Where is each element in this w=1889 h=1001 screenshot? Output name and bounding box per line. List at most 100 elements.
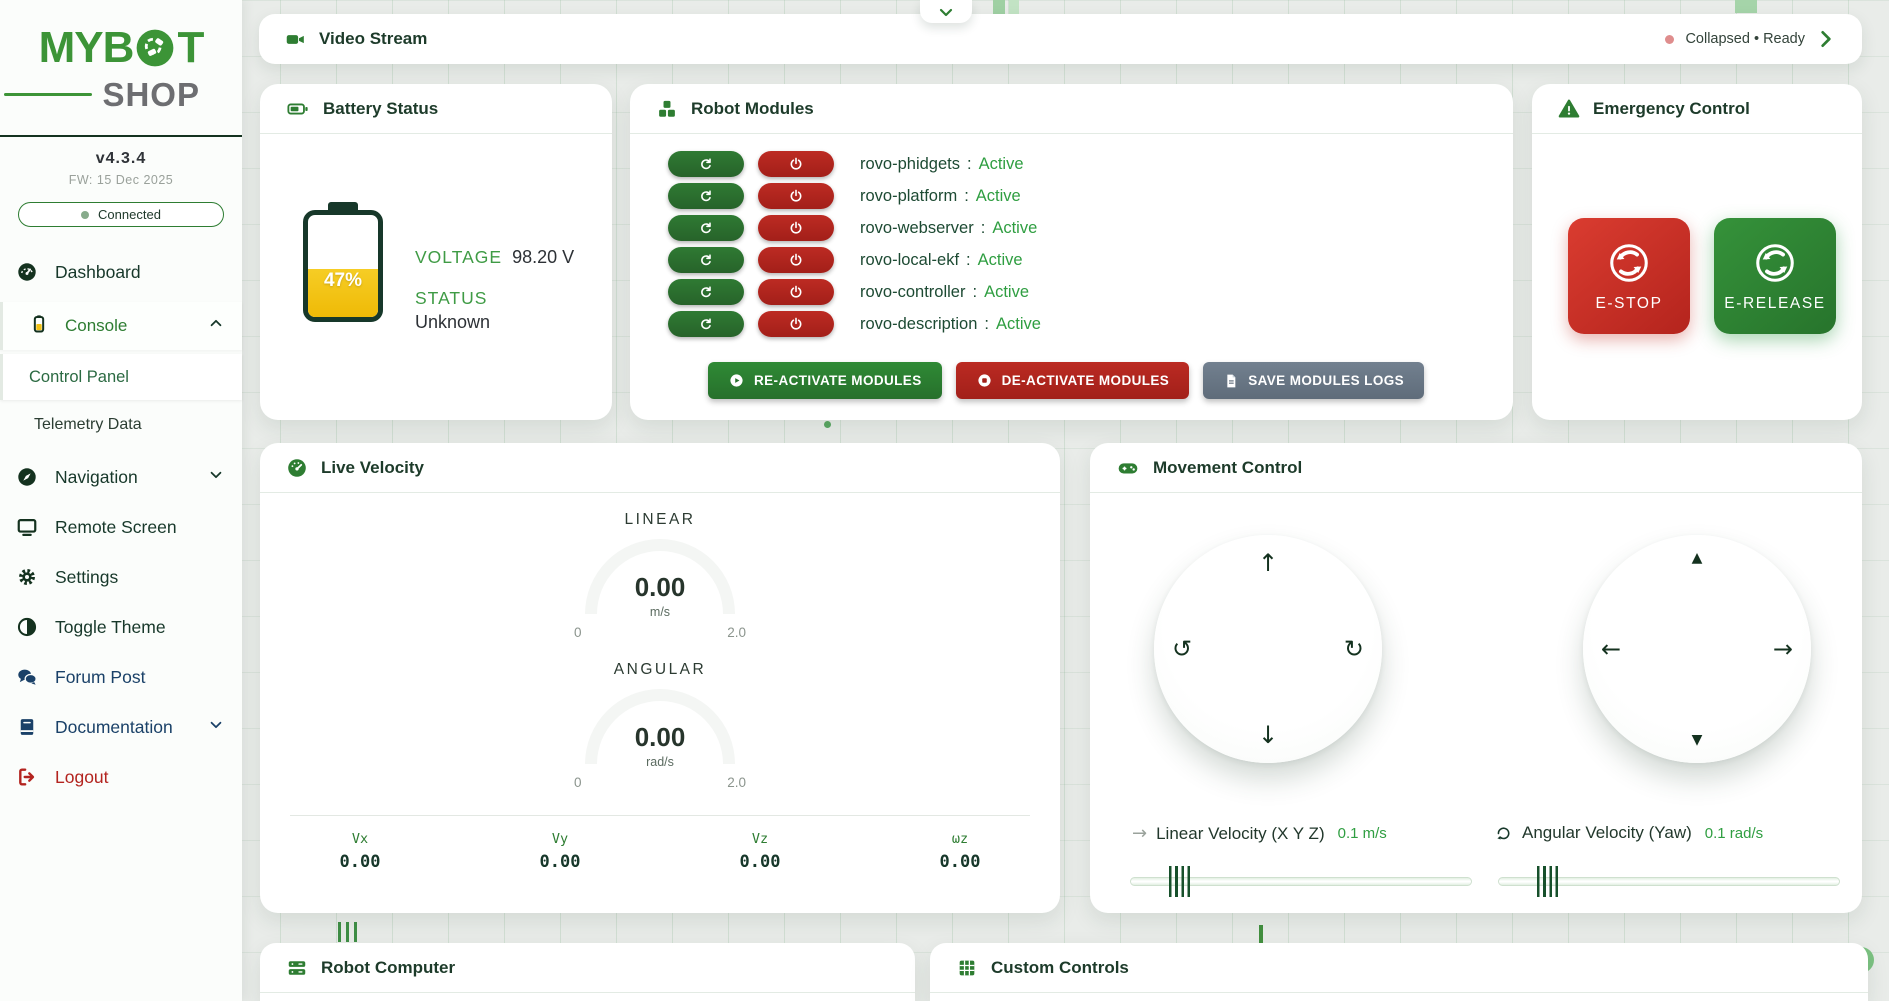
chevron-down-icon[interactable] (208, 467, 224, 488)
readout-wz: ωz 0.00 (860, 831, 1060, 872)
card-header: Robot Modules (630, 84, 1513, 134)
sidebar-item-toggle-theme[interactable]: Toggle Theme (0, 602, 242, 652)
gauge-max: 2.0 (727, 625, 746, 640)
play-circle-icon (728, 372, 745, 389)
joystick-rotate-ccw[interactable]: ↺ (1172, 637, 1192, 661)
module-name: rovo-phidgets (860, 155, 960, 173)
linear-velocity-value: 0.1 m/s (1338, 825, 1387, 842)
slider-handle[interactable] (1537, 866, 1561, 897)
robot-modules-card: Robot Modules rovo-phidgets:Active rovo-… (630, 84, 1513, 420)
card-title: Emergency Control (1593, 99, 1750, 119)
video-stream-bar[interactable]: Video Stream Collapsed • Ready (259, 14, 1862, 64)
restart-module-button[interactable] (668, 215, 744, 241)
card-header: Custom Controls (930, 943, 1868, 993)
stop-module-button[interactable] (758, 311, 834, 337)
stop-module-button[interactable] (758, 279, 834, 305)
card-title: Movement Control (1153, 458, 1302, 478)
restart-module-button[interactable] (668, 311, 744, 337)
e-release-button[interactable]: E-RELEASE (1714, 218, 1836, 334)
module-actions: RE-ACTIVATE MODULES DE-ACTIVATE MODULES … (708, 362, 1424, 399)
joystick-up-arrow[interactable]: ▲ (1692, 551, 1703, 565)
card-header: Robot Computer (260, 943, 915, 993)
sidebar-item-control-panel[interactable]: Control Panel (0, 354, 242, 400)
module-status-text: rovo-description:Active (860, 315, 1041, 334)
battery-info: VOLTAGE 98.20 V STATUS Unknown (415, 247, 574, 333)
angular-velocity-label: Angular Velocity (Yaw) (1522, 823, 1692, 843)
chevron-down-icon[interactable] (208, 717, 224, 738)
panel-collapse-tab[interactable] (920, 0, 972, 23)
sidebar-item-navigation[interactable]: Navigation (0, 452, 242, 502)
gauge-unit: m/s (570, 605, 750, 619)
stop-module-button[interactable] (758, 183, 834, 209)
map-mark (338, 922, 362, 942)
restart-module-button[interactable] (668, 247, 744, 273)
e-stop-button[interactable]: E-STOP (1568, 218, 1690, 334)
module-name: rovo-platform (860, 187, 957, 205)
sidebar-item-label: Documentation (55, 717, 173, 738)
save-modules-logs-button[interactable]: SAVE MODULES LOGS (1203, 362, 1424, 399)
sidebar-item-logout[interactable]: Logout (0, 752, 242, 802)
linear-joystick-pad[interactable]: ↑ ↺ ↻ ↓ (1154, 535, 1382, 763)
warning-triangle-icon (1558, 98, 1580, 120)
sidebar-item-console[interactable]: Console (0, 302, 242, 350)
sidebar-item-settings[interactable]: Settings (0, 552, 242, 602)
yaw-joystick-pad[interactable]: ▲ ← → ▼ (1583, 535, 1811, 763)
module-status-text: rovo-phidgets:Active (860, 155, 1024, 174)
gauge-icon (286, 457, 308, 479)
reactivate-modules-button[interactable]: RE-ACTIVATE MODULES (708, 362, 942, 399)
half-circle-theme-icon (16, 616, 38, 638)
card-header: Movement Control (1090, 443, 1862, 493)
module-row: rovo-local-ekf:Active (668, 244, 1483, 276)
emergency-buttons: E-STOP E-RELEASE (1568, 218, 1836, 334)
sidebar-item-forum-post[interactable]: Forum Post (0, 652, 242, 702)
connection-dot-icon (81, 211, 89, 219)
restart-module-button[interactable] (668, 183, 744, 209)
map-mark (1735, 0, 1757, 13)
video-camera-icon (285, 29, 306, 50)
battery-icon (286, 98, 310, 120)
joystick-right-arrow[interactable]: → (1773, 637, 1793, 661)
card-header: Emergency Control (1532, 84, 1862, 134)
linear-velocity-label: Linear Velocity (X Y Z) (1156, 824, 1325, 844)
monitor-icon (16, 516, 38, 538)
restart-module-button[interactable] (668, 279, 744, 305)
stop-module-button[interactable] (758, 151, 834, 177)
gamepad-icon (1116, 457, 1140, 479)
stop-module-button[interactable] (758, 247, 834, 273)
angular-velocity-slider[interactable] (1498, 877, 1840, 886)
module-state: Active (978, 251, 1023, 269)
angular-velocity-setting: Angular Velocity (Yaw) 0.1 rad/s (1494, 823, 1763, 843)
module-status-text: rovo-webserver:Active (860, 219, 1037, 238)
sidebar-item-remote-screen[interactable]: Remote Screen (0, 502, 242, 552)
joystick-backward-arrow[interactable]: ↓ (1258, 723, 1278, 747)
battery-status-label: STATUS (415, 288, 574, 309)
gauge-label: ANGULAR (570, 661, 750, 679)
logout-icon (16, 766, 38, 788)
deactivate-modules-button[interactable]: DE-ACTIVATE MODULES (956, 362, 1190, 399)
card-title: Live Velocity (321, 458, 424, 478)
module-state: Active (979, 155, 1024, 173)
stop-module-button[interactable] (758, 215, 834, 241)
velocity-readouts: Vx 0.00 Vy 0.00 Vz 0.00 ωz 0.00 (260, 831, 1060, 872)
module-name: rovo-webserver (860, 219, 974, 237)
joystick-forward-arrow[interactable]: ↑ (1258, 551, 1278, 575)
module-rows: rovo-phidgets:Active rovo-platform:Activ… (668, 148, 1483, 340)
chevron-up-icon[interactable] (208, 316, 224, 337)
module-state: Active (984, 283, 1029, 301)
joystick-down-arrow[interactable]: ▼ (1692, 733, 1703, 747)
module-row: rovo-webserver:Active (668, 212, 1483, 244)
chevron-right-icon[interactable] (1816, 29, 1836, 49)
slider-handle[interactable] (1169, 866, 1193, 897)
app-version: v4.3.4 (0, 150, 242, 168)
sidebar-item-label: Console (65, 316, 127, 336)
sidebar-item-label: Toggle Theme (55, 617, 166, 638)
sidebar-menu: Dashboard Console Control Panel Telemetr… (0, 247, 242, 802)
joystick-left-arrow[interactable]: ← (1601, 637, 1621, 661)
sidebar-item-dashboard[interactable]: Dashboard (0, 247, 242, 297)
restart-module-button[interactable] (668, 151, 744, 177)
linear-velocity-slider[interactable] (1130, 877, 1472, 886)
sidebar-item-telemetry-data[interactable]: Telemetry Data (0, 406, 242, 444)
sidebar-item-label: Navigation (55, 467, 138, 488)
sidebar-item-documentation[interactable]: Documentation (0, 702, 242, 752)
joystick-rotate-cw[interactable]: ↻ (1344, 637, 1364, 661)
